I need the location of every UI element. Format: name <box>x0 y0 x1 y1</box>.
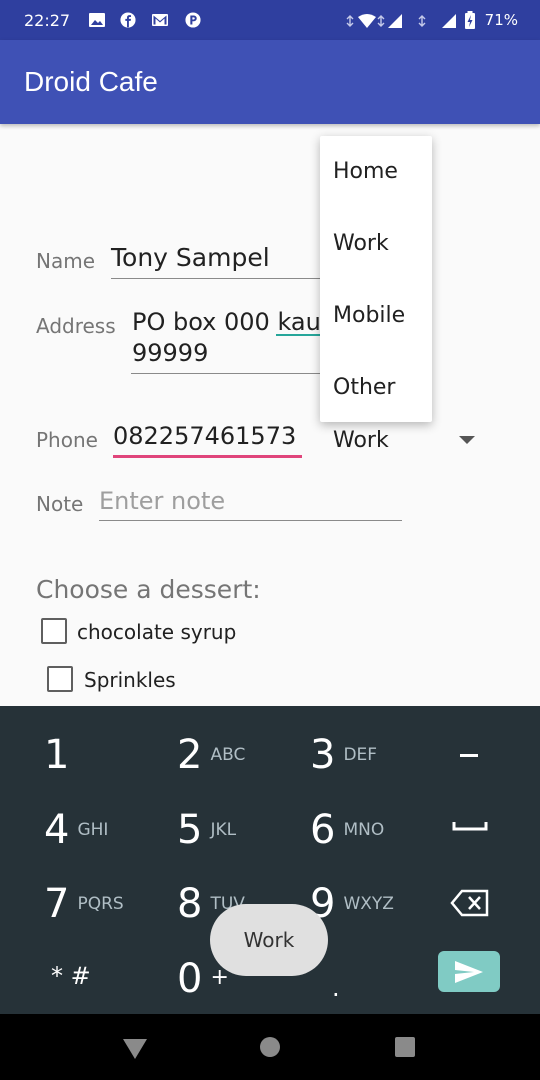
image-icon <box>89 13 105 27</box>
address-line-2: 99999 <box>132 339 209 367</box>
spellcheck-underline <box>276 334 320 336</box>
battery-percentage: 71% <box>484 11 518 29</box>
key-3-number: 3 <box>310 732 336 778</box>
address-label: Address <box>36 314 116 338</box>
gmail-icon <box>152 14 168 26</box>
key-6-letters: MNO <box>343 820 385 840</box>
phone-underline-focused <box>113 455 302 458</box>
key-2-letters: ABC <box>210 745 246 765</box>
battery-icon <box>465 11 475 29</box>
recents-icon[interactable] <box>394 1036 416 1058</box>
address-line-1: PO box 000 kau <box>132 308 321 336</box>
note-label: Note <box>36 492 84 516</box>
key-1-number: 1 <box>44 732 70 778</box>
chocolate-syrup-checkbox[interactable] <box>41 618 67 644</box>
name-underline <box>111 278 320 279</box>
status-time: 22:27 <box>24 11 71 30</box>
backspace-icon[interactable] <box>450 889 490 917</box>
key-4-number: 4 <box>44 807 70 853</box>
app-bar: Droid Cafe <box>0 40 540 124</box>
navigation-bar <box>0 1014 540 1080</box>
key-5-letters: JKL <box>210 820 237 840</box>
sprinkles-label[interactable]: Sprinkles <box>84 668 176 692</box>
back-icon[interactable] <box>122 1038 148 1060</box>
key-4-letters: GHI <box>77 820 109 840</box>
dropdown-arrow-icon <box>459 436 475 444</box>
menu-item-other[interactable]: Other <box>333 375 395 400</box>
menu-item-home[interactable]: Home <box>333 159 398 184</box>
key-7-letters: PQRS <box>77 894 124 914</box>
phone-type-popup-menu: Home Work Mobile Other <box>320 136 432 422</box>
key-8-number: 8 <box>177 881 203 927</box>
home-icon[interactable] <box>259 1036 281 1058</box>
minus-key[interactable] <box>459 740 481 770</box>
key-1[interactable]: 1 <box>44 732 69 778</box>
key-7-number: 7 <box>44 881 70 927</box>
key-4[interactable]: 4 GHI <box>44 807 108 853</box>
key-9-letters: WXYZ <box>343 894 394 914</box>
address-underline <box>131 373 320 374</box>
key-2[interactable]: 2 ABC <box>177 732 245 778</box>
signal-wifi-icons <box>346 14 456 28</box>
space-icon[interactable] <box>452 820 488 832</box>
menu-item-work[interactable]: Work <box>333 231 389 256</box>
period-label: . <box>332 974 340 1002</box>
key-6-number: 6 <box>310 807 336 853</box>
sprinkles-checkbox[interactable] <box>47 666 73 692</box>
menu-item-mobile[interactable]: Mobile <box>333 303 405 328</box>
enter-key[interactable] <box>438 951 500 992</box>
toast-text: Work <box>243 928 295 952</box>
p-icon <box>185 12 201 28</box>
key-6[interactable]: 6 MNO <box>310 807 384 853</box>
key-3[interactable]: 3 DEF <box>310 732 377 778</box>
toast-message: Work <box>210 904 328 976</box>
key-3-letters: DEF <box>343 745 378 765</box>
status-bar: 22:27 71% <box>0 0 540 40</box>
name-label: Name <box>36 249 96 273</box>
period-key[interactable]: . <box>332 974 340 1002</box>
app-title: Droid Cafe <box>24 66 158 97</box>
note-field[interactable]: Enter note <box>99 487 225 515</box>
phone-label: Phone <box>36 428 98 452</box>
send-icon <box>455 961 483 983</box>
key-5-number: 5 <box>177 807 203 853</box>
minus-icon <box>460 754 478 757</box>
dessert-heading: Choose a dessert: <box>36 575 261 604</box>
star-hash-label: * # <box>51 962 91 990</box>
key-0-number: 0 <box>177 956 203 1002</box>
phone-field[interactable]: 082257461573 <box>113 422 296 450</box>
key-7[interactable]: 7 PQRS <box>44 881 124 927</box>
note-underline <box>99 520 402 521</box>
chocolate-syrup-label[interactable]: chocolate syrup <box>77 620 236 644</box>
facebook-icon <box>120 12 136 28</box>
phone-type-value: Work <box>333 428 389 453</box>
name-field[interactable]: Tony Sampel <box>111 243 270 272</box>
key-2-number: 2 <box>177 732 203 778</box>
key-5[interactable]: 5 JKL <box>177 807 236 853</box>
star-hash-key[interactable]: * # <box>51 962 91 990</box>
